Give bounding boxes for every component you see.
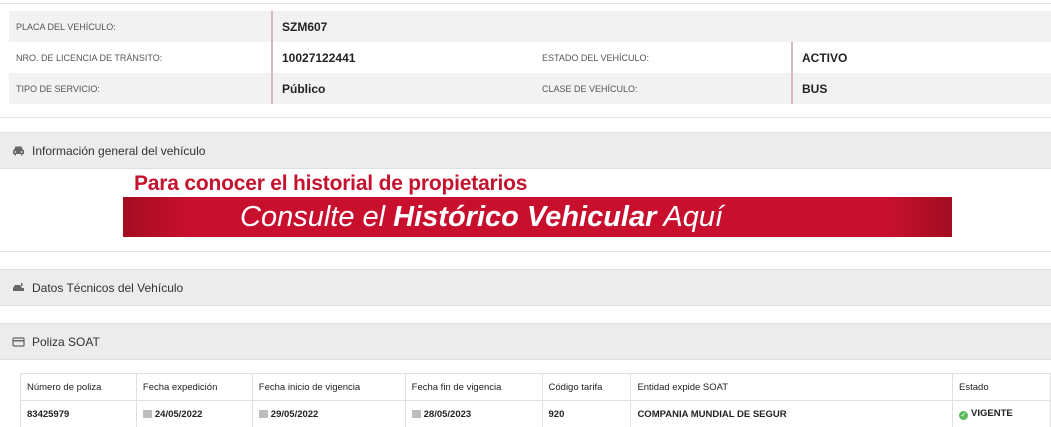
plate-value: SZM607 — [271, 11, 535, 42]
banner-title: Para conocer el historial de propietario… — [134, 172, 528, 195]
calendar-icon — [258, 409, 268, 418]
class-value: BUS — [791, 73, 1051, 104]
info-row-license: NRO. DE LICENCIA DE TRÁNSITO: 1002712244… — [9, 42, 1051, 73]
soat-entity: COMPANIA MUNDIAL DE SEGUR — [630, 400, 954, 427]
plate-label: PLACA DEL VEHÍCULO: — [16, 21, 116, 32]
class-label: CLASE DE VEHÍCULO: — [542, 83, 638, 94]
license-label: NRO. DE LICENCIA DE TRÁNSITO: — [16, 52, 163, 63]
license-value: 10027122441 — [271, 42, 535, 73]
section-soat-title: Poliza SOAT — [32, 334, 100, 349]
divider — [0, 251, 1051, 252]
info-row-service: TIPO DE SERVICIO: Público CLASE DE VEHÍC… — [9, 73, 1051, 104]
col-header-rate: Código tarifa — [541, 373, 632, 401]
col-header-entity: Entidad expide SOAT — [630, 373, 954, 401]
service-value: Público — [271, 73, 535, 104]
policy-number: 83425979 — [20, 400, 137, 427]
issued-date: 24/05/2022 — [154, 408, 203, 420]
calendar-icon — [142, 409, 152, 418]
car-icon — [12, 145, 25, 156]
gear-car-icon — [12, 282, 25, 293]
check-circle-icon: ✓ — [959, 411, 969, 420]
section-general-title: Información general del vehículo — [32, 143, 206, 158]
section-technical-data[interactable]: Datos Técnicos del Vehículo — [0, 269, 1051, 306]
vehicle-info-table: PLACA DEL VEHÍCULO: SZM607 NRO. DE LICEN… — [9, 11, 1051, 104]
rate-code: 920 — [541, 400, 632, 427]
table-row: 83425979 24/05/2022 29/05/2022 28/05/202… — [20, 400, 1051, 427]
section-technical-title: Datos Técnicos del Vehículo — [32, 280, 184, 295]
state-label: ESTADO DEL VEHÍCULO: — [542, 52, 650, 63]
banner-cta-bold: Histórico Vehicular — [393, 200, 657, 233]
info-row-plate: PLACA DEL VEHÍCULO: SZM607 — [9, 11, 1051, 42]
col-header-start: Fecha inicio de vigencia — [251, 373, 406, 401]
soat-table: Número de poliza Fecha expedición Fecha … — [20, 373, 1051, 427]
end-date: 28/05/2023 — [423, 408, 472, 420]
status-badge: VIGENTE — [971, 408, 1013, 419]
start-date-cell: 29/05/2022 — [251, 400, 406, 427]
section-soat[interactable]: Poliza SOAT — [0, 323, 1051, 360]
col-header-status: Estado — [952, 373, 1051, 401]
card-icon — [12, 336, 25, 347]
banner-cta-suffix: Aquí — [656, 200, 724, 233]
top-divider — [0, 3, 1051, 4]
historico-vehicular-link[interactable]: Consulte el Histórico Vehicular Aquí — [123, 197, 952, 237]
section-general-info[interactable]: Información general del vehículo — [0, 132, 1051, 169]
status-cell: ✓ VIGENTE — [952, 400, 1051, 427]
col-header-policy: Número de poliza — [20, 373, 137, 401]
state-value: ACTIVO — [791, 42, 1051, 73]
end-date-cell: 28/05/2023 — [404, 400, 543, 427]
divider — [0, 117, 1051, 118]
calendar-icon — [411, 409, 421, 418]
banner-cta-prefix: Consulte el — [240, 200, 394, 233]
service-label: TIPO DE SERVICIO: — [16, 83, 100, 94]
col-header-end: Fecha fin de vigencia — [404, 373, 543, 401]
start-date: 29/05/2022 — [270, 408, 319, 420]
col-header-issued: Fecha expedición — [135, 373, 253, 401]
soat-header-row: Número de poliza Fecha expedición Fecha … — [20, 373, 1051, 401]
issued-date-cell: 24/05/2022 — [135, 400, 253, 427]
